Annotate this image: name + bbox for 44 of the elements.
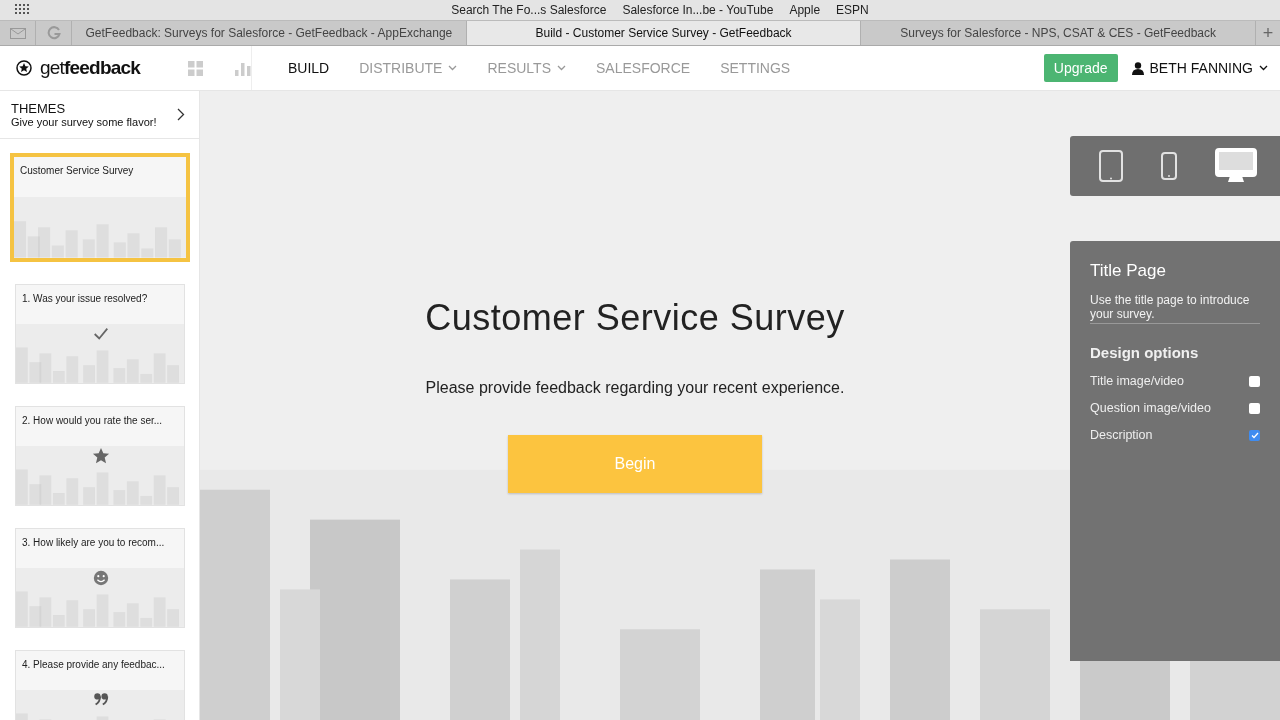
envelope-icon — [9, 27, 26, 39]
panel-title: Title Page — [1090, 261, 1167, 281]
slide-title: 4. Please provide any feedbac... — [21, 658, 166, 672]
smiley-icon — [92, 569, 110, 587]
panel-hint: Use the title page to introduce your survey. — [1090, 293, 1260, 324]
survey-title: Customer Service Survey — [425, 297, 845, 339]
slide-thumbnail[interactable]: 2. How would you rate the ser... — [15, 406, 185, 506]
themes-subtitle: Give your survey some flavor! — [11, 116, 157, 128]
monitor-icon[interactable] — [1215, 148, 1257, 184]
option-label: Title image/video — [1090, 374, 1185, 388]
caret-icon — [1259, 65, 1268, 71]
themes-title: THEMES — [11, 101, 67, 116]
slide-thumbnail[interactable]: 1. Was your issue resolved? — [15, 284, 185, 384]
star-icon — [92, 447, 110, 465]
logo-wordmark: getfeedback — [40, 57, 140, 79]
option-label: Question image/video — [1090, 401, 1211, 415]
chevron-right-icon[interactable] — [177, 108, 185, 121]
slide-thumbnail[interactable]: Customer Service Survey — [10, 153, 190, 262]
phone-icon[interactable] — [1161, 152, 1177, 180]
slide-thumbnail[interactable]: 4. Please provide any feedbac... — [15, 650, 185, 720]
section-heading: Design options — [1090, 344, 1200, 361]
browser-tab[interactable]: Build - Customer Service Survey - GetFeedback — [466, 21, 862, 45]
checkbox[interactable] — [1249, 402, 1260, 414]
option-label: Description — [1090, 428, 1153, 442]
user-icon — [1131, 61, 1144, 75]
g-logo-icon — [46, 26, 61, 40]
user-menu[interactable]: BETH FANNING — [1149, 60, 1253, 76]
checkbox[interactable] — [1249, 375, 1260, 387]
checkbox[interactable] — [1249, 429, 1260, 441]
bookmark-link[interactable]: Salesforce In...be - YouTube — [622, 3, 774, 17]
bookmark-link[interactable]: Search The Fo...s Salesforce — [451, 3, 607, 17]
slide-thumbnail[interactable]: 3. How likely are you to recom... — [15, 528, 185, 628]
star-logo-icon — [16, 60, 32, 76]
slide-title: Customer Service Survey — [19, 164, 135, 178]
bookmark-link[interactable]: ESPN — [836, 3, 869, 17]
apps-grid-icon[interactable] — [15, 4, 29, 16]
slide-title: 2. How would you rate the ser... — [21, 414, 164, 428]
check-icon — [92, 325, 110, 343]
nav-tab[interactable]: BUILD — [288, 60, 330, 76]
bookmark-link[interactable]: Apple — [789, 3, 821, 17]
slide-title: 1. Was your issue resolved? — [21, 292, 149, 306]
slide-title: 3. How likely are you to recom... — [21, 536, 166, 550]
survey-description: Please provide feedback regarding your recent experience. — [425, 379, 845, 397]
tablet-icon[interactable] — [1099, 150, 1123, 182]
